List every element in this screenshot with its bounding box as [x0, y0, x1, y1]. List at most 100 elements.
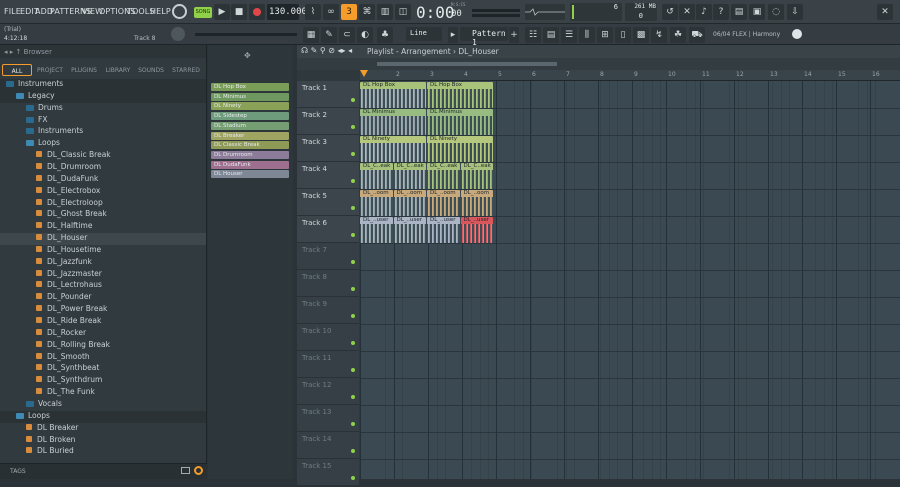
- arrangement-grid[interactable]: DL Hop Box DL Hop Box DL Minimus DL Minimus…: [360, 81, 900, 487]
- track-header[interactable]: Track 7: [297, 243, 359, 270]
- browser-file[interactable]: DL Broken: [0, 435, 206, 447]
- browser-file[interactable]: DL_Lectrohaus: [0, 280, 206, 292]
- browser-file[interactable]: DL_Rocker: [0, 328, 206, 340]
- playhead-marker-icon[interactable]: [360, 70, 368, 77]
- menu-file[interactable]: FILE: [4, 7, 21, 16]
- stamp-icon[interactable]: ♣: [377, 27, 393, 43]
- browser-tab-all[interactable]: ALL: [2, 64, 32, 76]
- audio-clip[interactable]: DL_..oom: [360, 190, 393, 216]
- browser-tab-library[interactable]: LIBRARY: [102, 64, 134, 76]
- channel-rack-icon[interactable]: ☰: [561, 27, 577, 43]
- browser-file[interactable]: DL_Smooth: [0, 352, 206, 364]
- help-icon[interactable]: ?: [713, 4, 729, 20]
- audio-clip[interactable]: DL_..user: [393, 217, 426, 243]
- browser-folder[interactable]: Vocals: [0, 399, 206, 411]
- search-icon[interactable]: [194, 466, 203, 475]
- window-close-icon[interactable]: ✕: [877, 4, 893, 20]
- stop-icon[interactable]: ■: [231, 4, 247, 20]
- audio-clip[interactable]: DL_C..eak: [460, 163, 493, 189]
- browser-file[interactable]: DL_Electrobox: [0, 186, 206, 198]
- browser-tab-starred[interactable]: STARRED: [168, 64, 204, 76]
- rack-channel[interactable]: DL Houser: [211, 170, 289, 179]
- download-icon[interactable]: ⇩: [787, 4, 803, 20]
- track-header[interactable]: Track 12: [297, 378, 359, 405]
- countdown-icon[interactable]: 3: [341, 4, 357, 20]
- track-mute-led[interactable]: [351, 422, 355, 426]
- track-header[interactable]: Track 15: [297, 459, 359, 486]
- browser-file[interactable]: DL_Jazzfunk: [0, 257, 206, 269]
- browser-folder[interactable]: Legacy: [0, 90, 206, 103]
- track-header[interactable]: Track 8: [297, 270, 359, 297]
- browser-file[interactable]: DL_Jazzmaster: [0, 269, 206, 281]
- rack-channel[interactable]: DL Sidestep: [211, 112, 289, 121]
- pattern-add-icon[interactable]: +: [509, 27, 519, 43]
- audio-clip[interactable]: DL_..user: [427, 217, 460, 243]
- play-icon[interactable]: ▶: [214, 4, 230, 20]
- browser-tab-sounds[interactable]: SOUNDS: [136, 64, 166, 76]
- snap-select[interactable]: Line: [406, 27, 442, 41]
- track-mute-led[interactable]: [351, 98, 355, 102]
- track-mute-led[interactable]: [351, 260, 355, 264]
- track-mute-led[interactable]: [351, 179, 355, 183]
- playlist-scrollbar[interactable]: [377, 62, 557, 66]
- pattern-prev-icon[interactable]: ▸: [448, 27, 458, 43]
- rack-channel[interactable]: DL Stadium: [211, 121, 289, 130]
- audio-clip[interactable]: DL_C..eak: [393, 163, 426, 189]
- track-header[interactable]: Track 13: [297, 405, 359, 432]
- browser-file[interactable]: DL_The Funk: [0, 387, 206, 399]
- track-header[interactable]: Track 10: [297, 324, 359, 351]
- rack-channel[interactable]: DL DudaFunk: [211, 160, 289, 169]
- browser-file[interactable]: DL_Power Break: [0, 304, 206, 316]
- plugin-icon[interactable]: ⊞: [597, 27, 613, 43]
- track-mute-led[interactable]: [351, 476, 355, 480]
- browser-file[interactable]: DL Breaker: [0, 423, 206, 435]
- rack-channel[interactable]: DL Ninety: [211, 102, 289, 111]
- record-icon[interactable]: [249, 4, 265, 20]
- snap-icon[interactable]: ◐: [357, 27, 373, 43]
- mixer-icon[interactable]: ✕: [679, 4, 695, 20]
- audio-clip[interactable]: DL_..oom: [427, 190, 460, 216]
- track-mute-led[interactable]: [351, 368, 355, 372]
- pattern-selector[interactable]: Pattern 1: [460, 27, 508, 47]
- browser-file[interactable]: DL_Classic Break: [0, 150, 206, 162]
- track-header[interactable]: Track 3: [297, 135, 359, 162]
- globe-icon[interactable]: [792, 29, 802, 39]
- audio-clip[interactable]: DL Minimus: [427, 109, 493, 135]
- playlist-tool-icon[interactable]: ◫: [395, 4, 411, 20]
- playlist-icon[interactable]: ☷: [525, 27, 541, 43]
- browser-file[interactable]: DL_Halftime: [0, 221, 206, 233]
- audio-clip[interactable]: DL_C..eak: [427, 163, 460, 189]
- browser-file[interactable]: DL_Ride Break: [0, 316, 206, 328]
- song-mode-button[interactable]: SONG: [194, 7, 212, 18]
- master-volume-knob[interactable]: [172, 4, 187, 19]
- audio-clip[interactable]: DL_..oom: [393, 190, 426, 216]
- track-mute-led[interactable]: [351, 341, 355, 345]
- track-header[interactable]: Track 11: [297, 351, 359, 378]
- cart-icon[interactable]: ⛟: [689, 27, 705, 43]
- track-mute-led[interactable]: [351, 206, 355, 210]
- menu-help[interactable]: HELP: [150, 7, 171, 16]
- plugin-database-icon[interactable]: ↯: [651, 27, 667, 43]
- folder-icon[interactable]: [181, 467, 190, 474]
- browser-file[interactable]: DL_Drumroom: [0, 162, 206, 174]
- timeline-ruler[interactable]: 2 3 4 5 6 7 8 9 10 11 12 13 14 15 16: [360, 70, 900, 81]
- piano-icon[interactable]: ▦: [303, 27, 319, 43]
- audio-clip[interactable]: DL_C..eak: [360, 163, 393, 189]
- browser-file[interactable]: DL_Rolling Break: [0, 340, 206, 352]
- pitch-slider[interactable]: [195, 33, 297, 36]
- mixer-faders-icon[interactable]: ⫼: [579, 27, 595, 43]
- track-mute-led[interactable]: [351, 287, 355, 291]
- master-pitch-slider[interactable]: [472, 14, 520, 17]
- audio-clip[interactable]: DL Ninety: [427, 136, 493, 162]
- track-mute-led[interactable]: [351, 449, 355, 453]
- track-header[interactable]: Track 14: [297, 432, 359, 459]
- metronome-icon[interactable]: ⌇: [305, 4, 321, 20]
- browser-tab-plugins[interactable]: PLUGINS: [68, 64, 100, 76]
- song-position-slider[interactable]: [472, 9, 520, 12]
- audio-clip[interactable]: DL_..oom: [460, 190, 493, 216]
- mic-icon[interactable]: ♪: [696, 4, 712, 20]
- browser-arrows-icon[interactable]: ◂ ▸ ↑: [4, 48, 24, 56]
- rack-channel[interactable]: DL Classic Break: [211, 141, 289, 150]
- resize-arrows-icon[interactable]: ✥: [244, 51, 251, 60]
- channel-volume-knob[interactable]: [171, 27, 185, 41]
